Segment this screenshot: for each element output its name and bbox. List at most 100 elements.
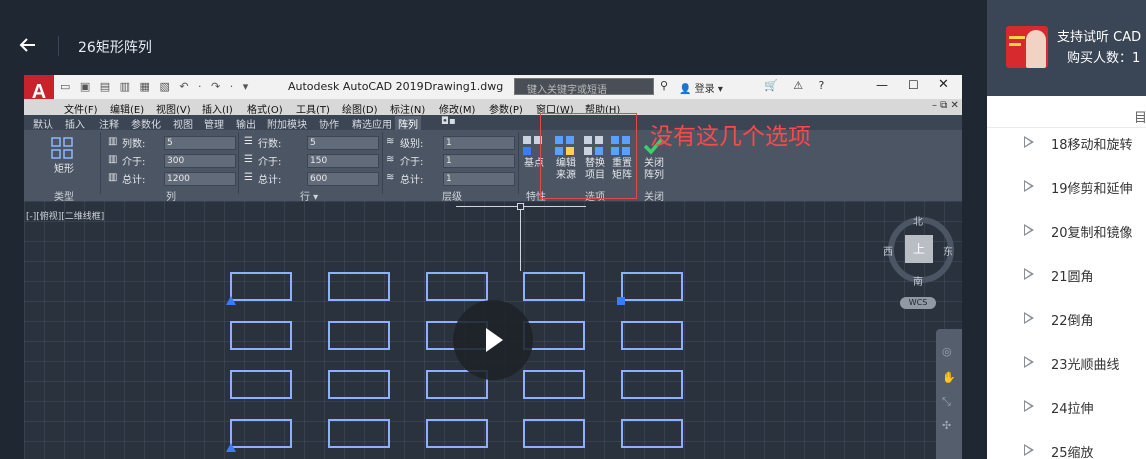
array-grip[interactable] [617, 297, 625, 305]
menu-view[interactable]: 视图(V) [156, 101, 191, 116]
tab-featured[interactable]: 精选应用 [349, 116, 395, 131]
row-between-label: 介于: [258, 157, 282, 168]
array-rectangle[interactable] [230, 272, 292, 301]
lesson-title: 25缩放 [1051, 446, 1094, 459]
steering-wheel-icon[interactable]: ◎ [942, 345, 952, 358]
tab-collaborate[interactable]: 协作 [316, 116, 342, 131]
col-between-input[interactable]: 300 [164, 154, 236, 168]
rows-input[interactable]: 5 [307, 136, 379, 150]
maximize-button[interactable]: ☐ [908, 78, 919, 92]
close-array-label: 关闭 阵列 [644, 158, 664, 181]
array-rectangle[interactable] [328, 419, 390, 448]
array-rectangle[interactable] [523, 419, 585, 448]
array-grip[interactable] [226, 443, 236, 452]
lesson-item[interactable]: 20复制和镜像 [987, 212, 1146, 256]
array-rectangle[interactable] [328, 370, 390, 399]
minimize-button[interactable]: — [876, 78, 888, 92]
compass-east[interactable]: 东 [943, 243, 953, 258]
tab-extra-icon[interactable]: ◘▪ [438, 116, 459, 127]
row-total-input[interactable]: 600 [307, 172, 379, 186]
tab-addins[interactable]: 附加模块 [264, 116, 310, 131]
grip-line [520, 206, 521, 271]
quick-access-toolbar[interactable]: ▭ ▣ ▤ ▥ ▦ ▧ ↶ · ↷ · ▾ [60, 80, 251, 93]
array-rectangle[interactable] [621, 370, 683, 399]
levels-input[interactable]: 1 [443, 136, 515, 150]
video-player[interactable]: ▭ ▣ ▤ ▥ ▦ ▧ ↶ · ↷ · ▾ Autodesk AutoCAD 2… [24, 75, 962, 459]
orbit-icon[interactable]: ✣ [942, 419, 951, 432]
zoom-icon[interactable]: ⤡ [942, 395, 951, 409]
lesson-title: 19修剪和延伸 [1051, 182, 1133, 197]
rows-label: 行数: [258, 139, 282, 150]
play-icon [1024, 444, 1034, 456]
pan-hand-icon[interactable]: ✋ [942, 371, 956, 384]
lvl-total-input[interactable]: 1 [443, 172, 515, 186]
cart-icon[interactable]: 🛒 ⚠ ? [764, 79, 830, 92]
tab-annotate[interactable]: 注释 [96, 116, 122, 131]
menu-file[interactable]: 文件(F) [64, 101, 98, 116]
array-rectangle[interactable] [621, 272, 683, 301]
close-button[interactable]: ✕ [938, 77, 949, 92]
columns-input[interactable]: 5 [164, 136, 236, 150]
tab-view[interactable]: 视图 [170, 116, 196, 131]
lesson-item[interactable]: 23光顺曲线 [987, 344, 1146, 388]
tab-array[interactable]: 阵列 [395, 116, 421, 131]
play-button[interactable] [453, 300, 533, 380]
array-rectangle[interactable] [426, 419, 488, 448]
compass-west[interactable]: 西 [883, 243, 893, 258]
lesson-item[interactable]: 21圆角 [987, 256, 1146, 300]
compass-south[interactable]: 南 [913, 273, 923, 288]
play-icon [1024, 136, 1034, 148]
menu-dimension[interactable]: 标注(N) [390, 101, 425, 116]
array-rectangle[interactable] [230, 370, 292, 399]
menubar: 文件(F) 编辑(E) 视图(V) 插入(I) 格式(O) 工具(T) 绘图(D… [24, 99, 962, 116]
array-rectangle[interactable] [426, 272, 488, 301]
col-total-input[interactable]: 1200 [164, 172, 236, 186]
tab-default[interactable]: 默认 [30, 116, 56, 131]
grip-handle[interactable] [517, 203, 524, 210]
course-card[interactable]: 支持试听 CAD 购买人数：1 [987, 0, 1146, 96]
tab-parametric[interactable]: 参数化 [128, 116, 164, 131]
array-grip[interactable] [226, 296, 236, 305]
header-divider [58, 36, 59, 56]
compass-north[interactable]: 北 [913, 213, 923, 228]
arrow-left-icon[interactable] [18, 35, 38, 55]
menu-modify[interactable]: 修改(M) [439, 101, 475, 116]
menu-parametric[interactable]: 参数(P) [489, 101, 523, 116]
lesson-item[interactable]: 19修剪和延伸 [987, 168, 1146, 212]
array-rectangle[interactable] [230, 321, 292, 350]
tab-manage[interactable]: 管理 [201, 116, 227, 131]
array-rectangle[interactable] [328, 272, 390, 301]
menu-draw[interactable]: 绘图(D) [342, 101, 378, 116]
array-rectangle[interactable] [523, 370, 585, 399]
row-between-input[interactable]: 150 [307, 154, 379, 168]
lesson-item[interactable]: 18移动和旋转 [987, 124, 1146, 168]
search-input[interactable]: 键入关键字或短语 [514, 78, 654, 95]
lesson-item[interactable]: 24拉伸 [987, 388, 1146, 432]
tab-output[interactable]: 输出 [233, 116, 259, 131]
array-rectangle[interactable] [621, 419, 683, 448]
col-between-label: 介于: [122, 157, 146, 168]
array-rectangle[interactable] [523, 272, 585, 301]
wcs-menu[interactable]: WCS [900, 297, 936, 309]
array-rectangle[interactable] [621, 321, 683, 350]
play-icon [1024, 268, 1034, 280]
menu-edit[interactable]: 编辑(E) [110, 101, 144, 116]
play-icon [1024, 400, 1034, 412]
lesson-item[interactable]: 22倒角 [987, 300, 1146, 344]
doc-window-controls[interactable]: – ⧉ ✕ [932, 100, 959, 111]
menu-format[interactable]: 格式(O) [247, 101, 283, 116]
array-rectangle[interactable] [230, 419, 292, 448]
viewport-label[interactable]: [-][俯视][二维线框] [26, 209, 104, 222]
lesson-item[interactable]: 25缩放 [987, 432, 1146, 459]
viewcube-top-face[interactable]: 上 [905, 235, 933, 263]
menu-tools[interactable]: 工具(T) [296, 101, 330, 116]
menu-insert[interactable]: 插入(I) [202, 101, 233, 116]
array-rectangle[interactable] [328, 321, 390, 350]
tab-insert[interactable]: 插入 [62, 116, 88, 131]
rectangular-array-icon[interactable] [50, 136, 74, 160]
buyer-count: 购买人数：1 [1067, 51, 1141, 66]
binoculars-icon[interactable]: ⚲ [660, 79, 668, 92]
login-button[interactable]: 👤 登录 ▾ [679, 80, 723, 95]
course-thumbnail [1006, 26, 1048, 68]
lvl-between-input[interactable]: 1 [443, 154, 515, 168]
